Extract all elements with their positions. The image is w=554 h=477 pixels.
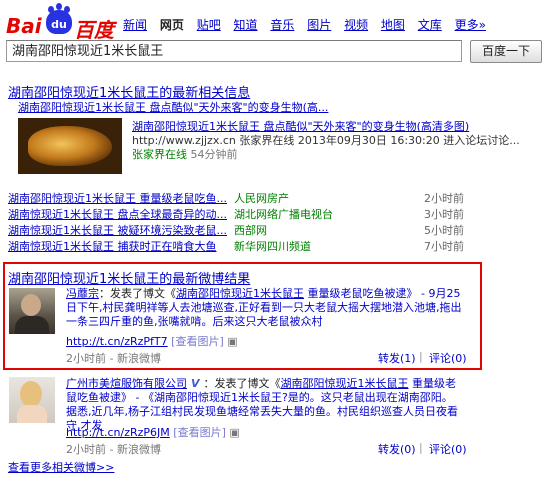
avatar[interactable] — [9, 288, 55, 334]
nav-tieba[interactable]: 贴吧 — [197, 18, 221, 32]
image-icon: ▣ — [227, 335, 238, 348]
weibo-user[interactable]: 广州市美煊服饰有限公司 — [66, 377, 187, 390]
logo-text-left: Bai — [6, 14, 42, 38]
nav-news[interactable]: 新闻 — [123, 18, 147, 32]
news-title-red[interactable]: 湖南惊现近1米长鼠王 — [8, 224, 114, 237]
weibo-short-link[interactable]: http://t.cn/zRzP6JM — [66, 426, 170, 439]
latest-item-title-red[interactable]: 湖南邵阳惊现近1米长鼠王 — [132, 120, 260, 133]
avatar[interactable] — [9, 377, 55, 423]
repost-link[interactable]: 转发(1) — [378, 350, 416, 366]
nav-zhidao[interactable]: 知道 — [234, 18, 258, 32]
latest-sub-title[interactable]: 湖南邵阳惊现近1米长鼠王 盘点酷似"天外来客"的变身生物(高... — [18, 99, 328, 115]
weibo-red-keyword[interactable]: 湖南邵阳惊现近1米长鼠王 — [176, 287, 304, 300]
weibo-header[interactable]: 湖南邵阳惊现近1米长鼠王的最新微博结果 — [8, 268, 250, 287]
news-title[interactable]: 捕获时正在啃食大鱼 — [114, 240, 216, 253]
nav-video[interactable]: 视频 — [344, 18, 368, 32]
search-input[interactable]: 湖南邵阳惊现近1米长鼠王 — [6, 40, 462, 62]
view-image-link[interactable]: [查看图片] — [173, 426, 226, 439]
latest-item-time: 54分钟前 — [190, 148, 238, 161]
news-title[interactable]: 被疑环境污染致老鼠... — [114, 224, 227, 237]
weibo-text-a: ：发表了博文《 — [203, 377, 281, 390]
weibo-post-text: 冯蘼宗：发表了博文《湖南邵阳惊现近1米长鼠王 重量级老鼠吃鱼被逮》 - 9月25… — [66, 287, 462, 329]
nav-images[interactable]: 图片 — [307, 18, 331, 32]
weibo-text-a: ：发表了博文《 — [99, 287, 176, 300]
news-row: 湖南惊现近1米长鼠王 捕获时正在啃食大鱼 新华网四川频道 7小时前 — [8, 238, 464, 254]
nav-map[interactable]: 地图 — [381, 18, 405, 32]
news-row: 湖南惊现近1米长鼠王 盘点全球最奇异的动... 湖北网络广播电视台 3小时前 — [8, 206, 464, 222]
nav-wenku[interactable]: 文库 — [418, 18, 442, 32]
logo-text-right: 百度 — [74, 18, 114, 42]
nav-more[interactable]: 更多» — [455, 18, 486, 32]
news-time: 2小时前 — [424, 192, 464, 205]
news-row: 湖南惊现近1米长鼠王 被疑环境污染致老鼠... 西部网 5小时前 — [8, 222, 464, 238]
weibo-short-link[interactable]: http://t.cn/zRzPfT7 — [66, 335, 168, 348]
weibo-red-keyword[interactable]: 湖南邵阳惊现近1米长鼠王 — [281, 377, 409, 390]
view-image-link[interactable]: [查看图片] — [171, 335, 224, 348]
news-title[interactable]: 重量级老鼠吃鱼... — [136, 192, 227, 205]
nav-music[interactable]: 音乐 — [270, 18, 294, 32]
news-time: 5小时前 — [424, 224, 464, 237]
weibo-link-line: http://t.cn/zRzPfT7 [查看图片] ▣ — [66, 333, 238, 349]
latest-item: 湖南邵阳惊现近1米长鼠王 盘点酷似"天外来客"的变身生物(高清多图) http:… — [132, 120, 542, 162]
news-title-red[interactable]: 湖南惊现近1米长鼠王 — [8, 240, 114, 253]
comment-link[interactable]: 评论(0) — [429, 441, 467, 457]
divider: | — [419, 441, 423, 454]
paw-icon: du — [46, 6, 72, 34]
top-nav: 新闻 网页 贴吧 知道 音乐 图片 视频 地图 文库 更多» — [123, 16, 495, 33]
news-title-red[interactable]: 湖南邵阳惊现近1米长鼠王 — [8, 192, 136, 205]
latest-item-url: http://www.zjjzx.cn 张家界在线 2013年09月30日 16… — [132, 134, 520, 147]
weibo-meta: 2小时前 - 新浪微博 — [66, 443, 161, 456]
news-time: 3小时前 — [424, 208, 464, 221]
divider: | — [419, 350, 423, 363]
thumbnail-image — [28, 126, 112, 166]
news-source: 西部网 — [234, 224, 267, 237]
baidu-logo[interactable]: Bai du 百度 — [6, 6, 114, 42]
comment-link[interactable]: 评论(0) — [429, 350, 467, 366]
weibo-meta: 2小时前 - 新浪微博 — [66, 352, 161, 365]
result-thumbnail[interactable] — [18, 118, 122, 174]
image-icon: ▣ — [229, 426, 240, 439]
news-title-red[interactable]: 湖南惊现近1米长鼠王 — [8, 208, 114, 221]
news-time: 7小时前 — [424, 240, 464, 253]
news-title[interactable]: 盘点全球最奇异的动... — [114, 208, 227, 221]
news-source: 湖北网络广播电视台 — [234, 208, 333, 221]
latest-item-source: 张家界在线 — [132, 148, 187, 161]
nav-web: 网页 — [159, 18, 184, 32]
latest-item-title[interactable]: 盘点酷似"天外来客"的变身生物(高清多图) — [260, 120, 469, 133]
more-weibo-link[interactable]: 查看更多相关微博>> — [8, 459, 114, 475]
weibo-link-line: http://t.cn/zRzP6JM [查看图片] ▣ — [66, 424, 240, 440]
news-source: 人民网房产 — [234, 192, 289, 205]
weibo-user[interactable]: 冯蘼宗 — [66, 287, 99, 300]
search-button[interactable]: 百度一下 — [470, 40, 542, 63]
news-row: 湖南邵阳惊现近1米长鼠王 重量级老鼠吃鱼... 人民网房产 2小时前 — [8, 190, 464, 206]
verified-icon: V — [191, 377, 200, 390]
repost-link[interactable]: 转发(0) — [378, 441, 416, 457]
news-source: 新华网四川频道 — [234, 240, 311, 253]
